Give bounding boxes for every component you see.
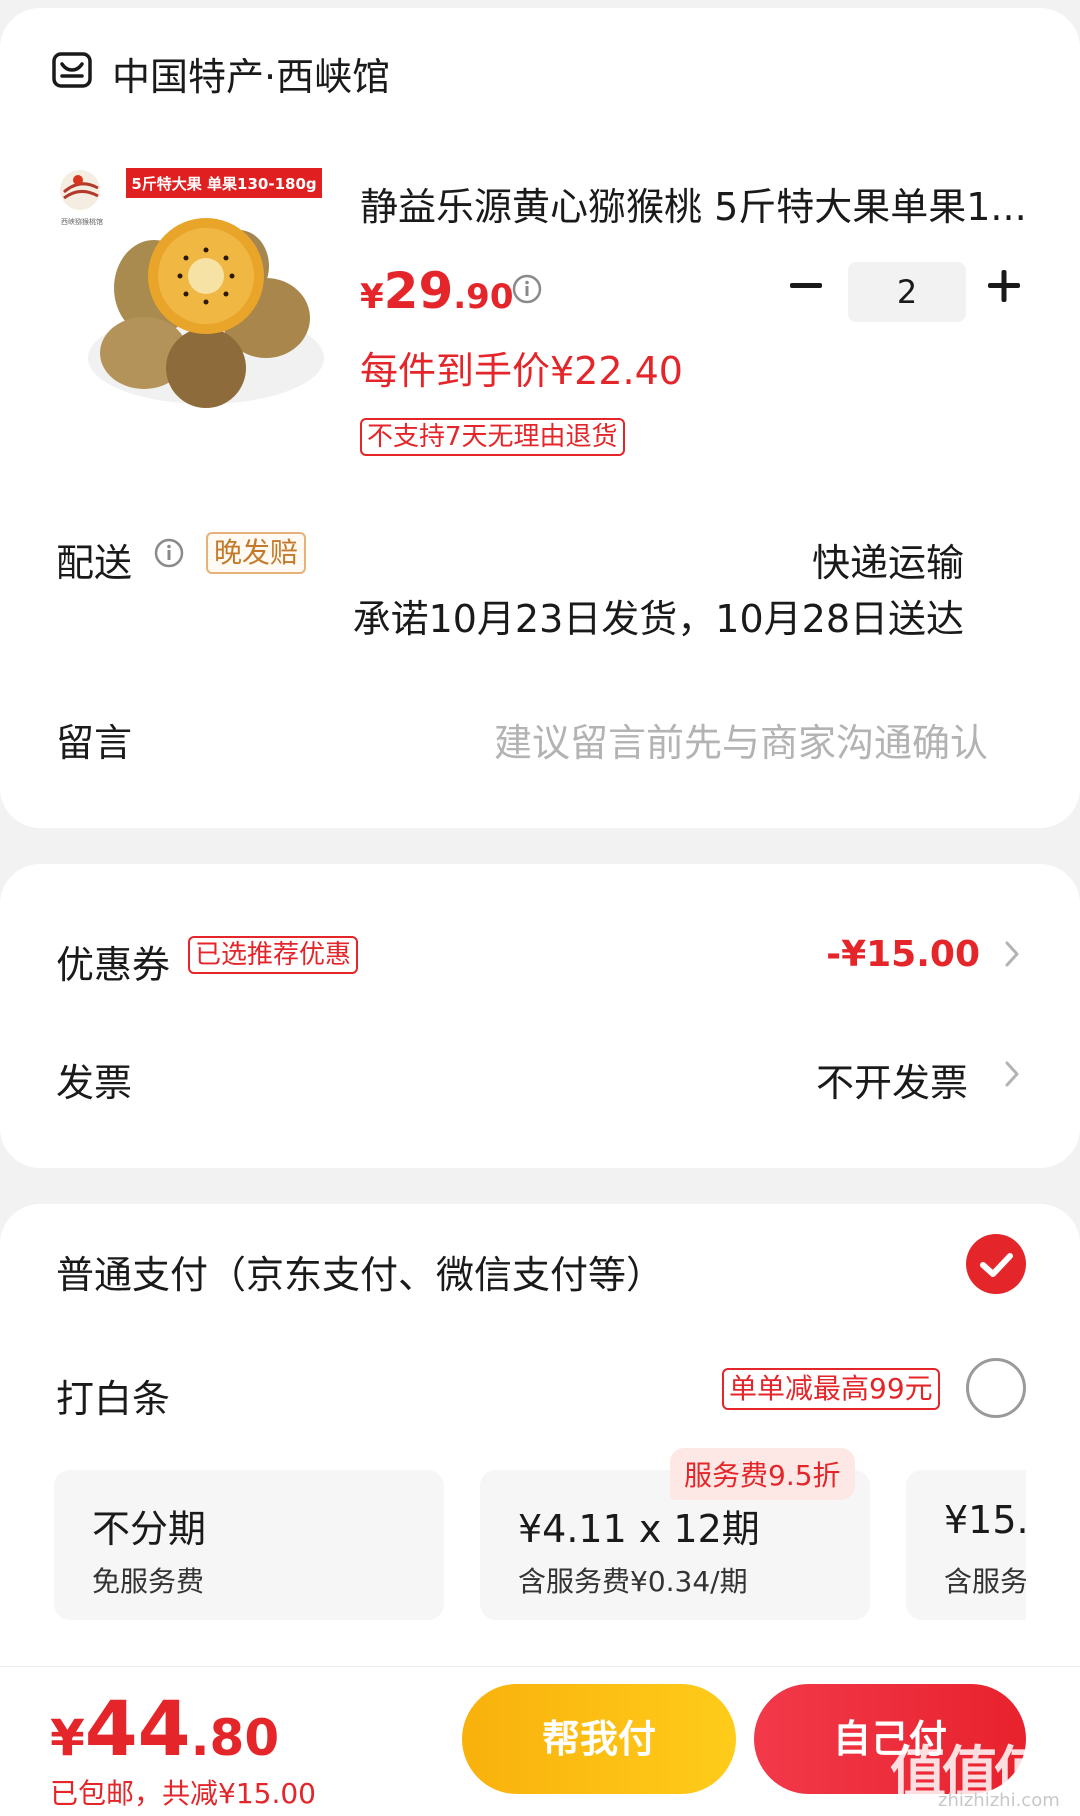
total-price: ¥44.80 [50,1684,279,1773]
check-icon [980,1253,1013,1277]
normal-payment-label[interactable]: 普通支付（京东支付、微信支付等） [56,1244,664,1299]
quantity-decrease-button[interactable] [786,266,826,306]
plan-title: ¥4.11 x 12期 [518,1507,760,1551]
message-label: 留言 [56,721,133,765]
help-pay-button[interactable]: 帮我付 [462,1684,736,1794]
coupon-value[interactable]: -¥15.00 [826,934,980,975]
delivery-info-icon[interactable] [154,538,184,568]
banner-text: 5斤特大果 单果130-180g [131,175,316,193]
price-currency: ¥ [360,277,384,317]
store-name[interactable]: 中国特产·西峡馆 [112,46,390,101]
product-price: ¥29.90 [360,262,514,320]
store-icon [52,52,92,88]
coupon-chevron-right-icon[interactable] [1002,938,1022,970]
brand-logo-text: 西峡猕猴桃馆 [61,217,103,226]
total-decimal: .80 [190,1709,280,1767]
price-info-icon[interactable] [512,274,542,304]
late-delivery-tag: 晚发赔 [206,532,307,574]
delivery-label: 配送 [56,541,133,585]
total-integer: 44 [84,1684,191,1773]
quantity-increase-button[interactable] [984,266,1024,306]
baitiao-radio[interactable] [966,1358,1026,1418]
baitiao-promo-tag: 单单减最高99元 [722,1368,940,1410]
plan-title: 不分期 [92,1507,207,1551]
plan-subtitle: 免服务费 [92,1565,205,1598]
plan-title: ¥15. [944,1498,1026,1542]
total-currency: ¥ [50,1709,85,1767]
price-decimal: .90 [453,277,514,317]
coupon-label: 优惠券 [56,943,171,987]
installment-plan-option[interactable]: 不分期 免服务费 [54,1470,444,1620]
return-policy-tag: 不支持7天无理由退货 [360,418,625,456]
delivery-method[interactable]: 快递运输 [812,532,964,587]
plan-subtitle: 含服务 [944,1565,1026,1598]
normal-payment-radio[interactable] [966,1234,1026,1294]
invoice-chevron-right-icon[interactable] [1002,1058,1022,1090]
product-image[interactable]: 5斤特大果 单果130-180g 西峡猕猴桃馆 [56,168,331,423]
discount-card [0,864,1080,1168]
invoice-value[interactable]: 不开发票 [816,1052,968,1107]
message-input[interactable]: 建议留言前先与商家沟通确认 [494,712,988,767]
price-integer: 29 [383,262,454,320]
plan-subtitle: 含服务费¥0.34/期 [518,1565,748,1598]
installment-plan-option[interactable]: ¥15. 含服务 [906,1470,1026,1620]
coupon-selected-tag: 已选推荐优惠 [188,936,359,974]
invoice-label: 发票 [56,1061,133,1105]
baitiao-label[interactable]: 打白条 [56,1368,170,1423]
total-summary: 已包邮，共减¥15.00 [50,1777,316,1810]
per-item-price: 每件到手价¥22.40 [360,349,683,393]
service-fee-discount-badge: 服务费9.5折 [670,1448,855,1500]
delivery-promise: 承诺10月23日发货，10月28日送达 [352,597,964,641]
watermark-url: zhizhizhi.com [938,1790,1060,1811]
product-title[interactable]: 静益乐源黄心猕猴桃 5斤特大果单果1... [360,176,1030,231]
quantity-input[interactable]: 2 [848,262,966,322]
